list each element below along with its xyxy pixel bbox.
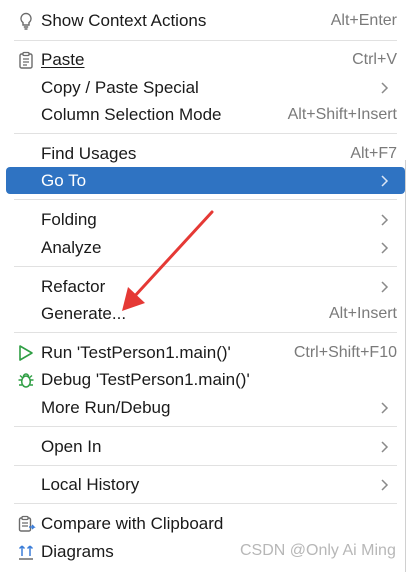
watermark: CSDN @Only Ai Ming — [240, 542, 396, 559]
annotation-arrow — [122, 210, 214, 311]
context-menu: Show Context Actions Alt+Enter Paste Ctr… — [0, 0, 415, 572]
